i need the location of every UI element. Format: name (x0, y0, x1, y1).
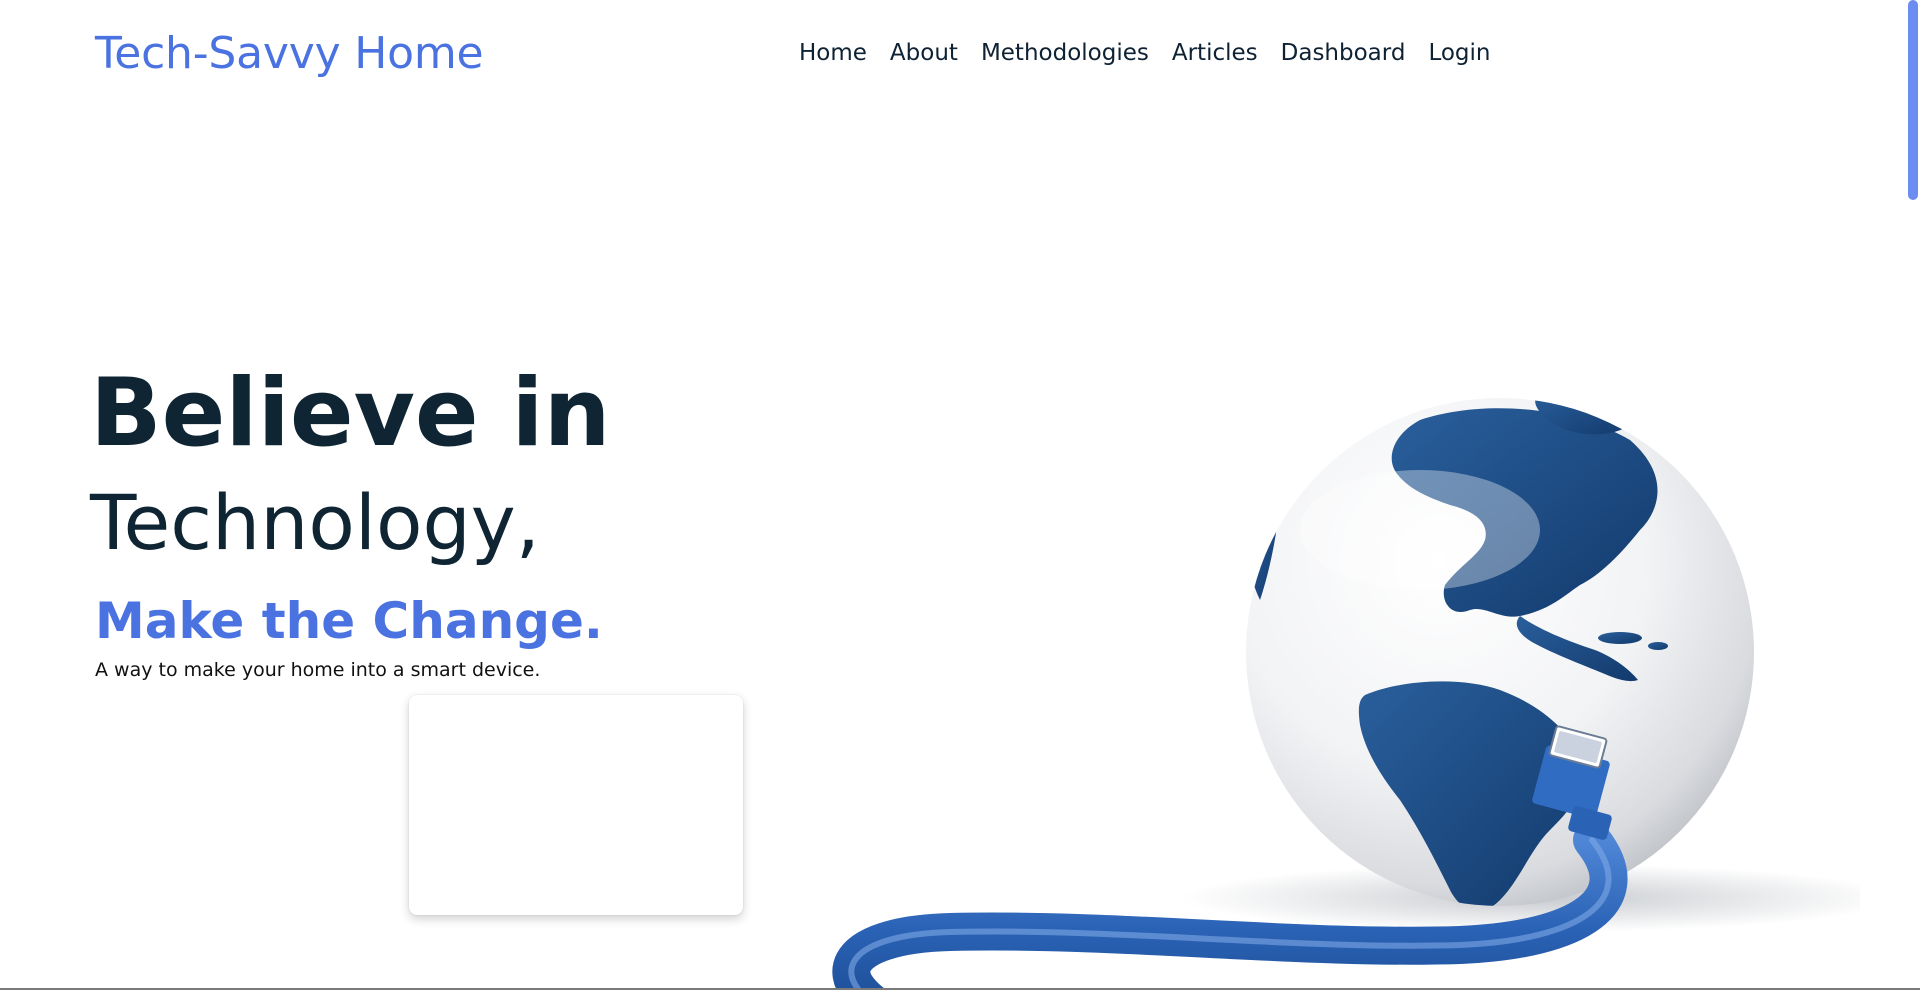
main-navigation: Home About Methodologies Articles Dashbo… (799, 40, 1491, 66)
nav-link-about[interactable]: About (890, 40, 958, 66)
nav-item-dashboard: Dashboard (1281, 40, 1406, 66)
nav-link-login[interactable]: Login (1428, 40, 1490, 66)
hero-tagline: Make the Change. (95, 592, 603, 650)
nav-link-dashboard[interactable]: Dashboard (1281, 40, 1406, 66)
nav-item-methodologies: Methodologies (981, 40, 1149, 66)
scrollbar-thumb[interactable] (1908, 0, 1918, 200)
nav-item-about: About (890, 40, 958, 66)
empty-content-card (409, 695, 743, 915)
hero-heading-line1: Believe in (90, 359, 611, 468)
hero-subtitle: A way to make your home into a smart dev… (95, 659, 541, 681)
nav-item-home: Home (799, 40, 867, 66)
nav-item-login: Login (1428, 40, 1490, 66)
page-scrollbar[interactable] (1906, 0, 1920, 990)
nav-link-methodologies[interactable]: Methodologies (981, 40, 1149, 66)
hero-heading-line2: Technology, (90, 478, 540, 567)
brand-logo-link[interactable]: Tech-Savvy Home (95, 28, 484, 79)
nav-item-articles: Articles (1172, 40, 1258, 66)
page: Tech-Savvy Home Home About Methodologies… (0, 0, 1920, 990)
nav-link-articles[interactable]: Articles (1172, 40, 1258, 66)
globe-illustration (780, 380, 1900, 990)
nav-link-home[interactable]: Home (799, 40, 867, 66)
